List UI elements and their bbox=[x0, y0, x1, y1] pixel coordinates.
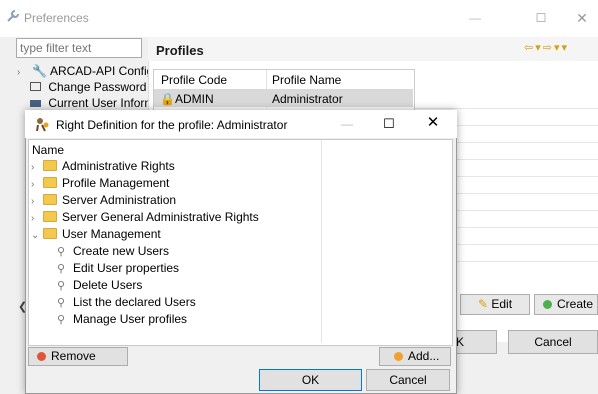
tree-leaf-create-new-users[interactable]: ⚲ Create new Users bbox=[57, 243, 169, 260]
panel-title: Profiles bbox=[156, 43, 204, 58]
folder-icon bbox=[43, 177, 57, 188]
dialog-minimize-button[interactable]: — bbox=[330, 114, 364, 136]
chevron-right-icon[interactable]: › bbox=[31, 176, 43, 193]
chevron-right-icon[interactable]: › bbox=[31, 193, 43, 210]
key-icon: ⚲ bbox=[57, 314, 66, 326]
chevron-right-icon[interactable]: › bbox=[31, 210, 43, 227]
dialog-ok-button[interactable]: OK bbox=[259, 369, 362, 391]
wrench-icon: 🔧 bbox=[32, 64, 48, 78]
password-icon bbox=[30, 82, 41, 91]
edit-button[interactable]: ✎ Edit bbox=[460, 294, 530, 315]
tree-node-server-general-administrative-rights[interactable]: › Server General Administrative Rights bbox=[31, 209, 259, 226]
tree-node-administrative-rights[interactable]: › Administrative Rights bbox=[31, 158, 175, 175]
table-cell-name: Administrator bbox=[272, 92, 343, 106]
column-separator bbox=[321, 140, 322, 343]
chevron-right-icon[interactable]: › bbox=[31, 159, 43, 176]
filter-input[interactable] bbox=[16, 38, 142, 58]
preferences-wrench-icon bbox=[7, 10, 19, 22]
pencil-icon: ✎ bbox=[477, 297, 489, 311]
tree-item-change-password[interactable]: Change Password bbox=[30, 79, 146, 95]
tree-leaf-delete-users[interactable]: ⚲ Delete Users bbox=[57, 277, 142, 294]
preferences-titlebar[interactable] bbox=[0, 0, 598, 37]
folder-icon bbox=[43, 160, 57, 171]
grid-line bbox=[414, 108, 598, 109]
minimize-button[interactable]: — bbox=[458, 8, 492, 30]
tree-leaf-list-declared-users[interactable]: ⚲ List the declared Users bbox=[57, 294, 196, 311]
folder-icon bbox=[43, 228, 57, 239]
folder-icon bbox=[43, 194, 57, 205]
create-button[interactable]: Create bbox=[534, 294, 598, 315]
tree-node-user-management[interactable]: ⌄ User Management bbox=[31, 226, 161, 243]
dialog-title: Right Definition for the profile: Admini… bbox=[56, 118, 288, 132]
folder-icon bbox=[43, 211, 57, 222]
dialog-app-icon bbox=[36, 118, 49, 132]
tree-node-server-administration[interactable]: › Server Administration bbox=[31, 192, 176, 209]
dialog-close-button[interactable]: ✕ bbox=[416, 113, 450, 135]
preferences-title: Preferences bbox=[24, 11, 89, 25]
preferences-ok-button[interactable]: K bbox=[455, 330, 497, 354]
dialog-maximize-button[interactable]: ☐ bbox=[372, 114, 406, 136]
key-icon: ⚲ bbox=[57, 246, 66, 258]
add-button[interactable]: Add... bbox=[379, 347, 451, 366]
maximize-button[interactable]: ☐ bbox=[524, 8, 558, 30]
tree-leaf-manage-user-profiles[interactable]: ⚲ Manage User profiles bbox=[57, 311, 187, 328]
column-header-profile-code[interactable]: Profile Code bbox=[161, 73, 227, 87]
column-header-profile-name[interactable]: Profile Name bbox=[272, 73, 341, 87]
profile-icon: 🔒 bbox=[160, 92, 175, 106]
key-icon: ⚲ bbox=[57, 297, 66, 309]
column-header-name[interactable]: Name bbox=[32, 143, 64, 157]
navigation-arrows[interactable]: ⇦▾⇨▾▾ bbox=[524, 41, 569, 54]
close-button[interactable]: ✕ bbox=[565, 8, 598, 30]
key-icon: ⚲ bbox=[57, 280, 66, 292]
chevron-down-icon[interactable]: ⌄ bbox=[31, 227, 43, 244]
chevron-right-icon: › bbox=[17, 67, 21, 78]
tree-item-arcad-api-config[interactable]: › 🔧 ARCAD-API Config bbox=[17, 63, 153, 79]
preferences-cancel-button[interactable]: Cancel bbox=[508, 330, 598, 354]
key-icon: ⚲ bbox=[57, 263, 66, 275]
dialog-cancel-button[interactable]: Cancel bbox=[366, 369, 450, 391]
create-icon bbox=[543, 300, 552, 309]
tree-node-profile-management[interactable]: › Profile Management bbox=[31, 175, 169, 192]
table-cell-code: 🔒ADMIN bbox=[160, 92, 214, 106]
tree-item-current-user-info[interactable]: Current User Inforn bbox=[30, 95, 151, 111]
add-icon bbox=[394, 352, 403, 361]
tree-leaf-edit-user-properties[interactable]: ⚲ Edit User properties bbox=[57, 260, 179, 277]
remove-button[interactable]: Remove bbox=[28, 347, 128, 366]
user-info-icon bbox=[30, 100, 41, 107]
remove-icon bbox=[37, 352, 46, 361]
